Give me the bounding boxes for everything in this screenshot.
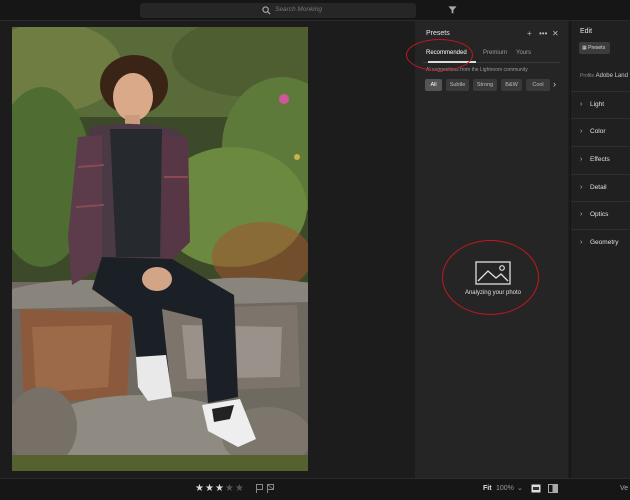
chevron-right-icon: › [580,184,583,191]
annotation-oval-analyzing [442,240,539,315]
presets-button[interactable]: ▦ Presets [579,42,610,54]
chip-cool[interactable]: Cool [526,79,550,91]
versions-label[interactable]: Ve [620,485,628,492]
star-rating[interactable]: ★★★★★ [195,483,245,494]
section-label: Geometry [590,239,619,246]
chip-subtle[interactable]: Subtle [446,79,469,91]
profile-label: Profile [580,73,595,79]
tab-premium[interactable]: Premium [483,50,507,56]
main-photo[interactable] [12,27,308,471]
chip-all[interactable]: All [425,79,442,91]
compare-view-icon[interactable] [548,484,558,493]
search-icon [262,6,271,15]
search-input[interactable]: Search Monking [140,3,416,18]
chip-bw[interactable]: B&W [501,79,522,91]
section-detail[interactable]: › Detail [571,174,630,201]
star-icon[interactable]: ★ [195,483,205,494]
presets-panel-title: Presets [426,30,450,37]
flag-reject-icon[interactable] [267,484,275,493]
tab-yours[interactable]: Yours [516,50,531,56]
chevron-right-icon: › [580,239,583,246]
star-icon[interactable]: ★ [205,483,215,494]
zoom-value[interactable]: 100% [496,485,514,492]
chevron-right-icon: › [580,211,583,218]
star-icon[interactable]: ★ [225,483,235,494]
section-optics[interactable]: › Optics [571,201,630,228]
section-label: Detail [590,184,607,191]
section-label: Light [590,101,605,108]
top-bar: Search Monking [0,0,630,21]
section-color[interactable]: › Color [571,118,630,145]
filter-icon[interactable] [448,5,457,15]
edit-panel: Edit ▦ Presets Profile Adobe Land › Ligh… [570,21,630,478]
chevron-right-icon[interactable]: › [553,79,556,89]
bottom-bar: ★★★★★ Fit 100% ⌄ Ve [0,478,630,500]
chip-strong[interactable]: Strong [473,79,497,91]
edit-panel-title: Edit [580,28,593,35]
search-placeholder: Search Monking [275,6,322,13]
chevron-right-icon: › [580,156,583,163]
section-effects[interactable]: › Effects [571,146,630,173]
chevron-down-icon[interactable]: ⌄ [517,484,523,492]
chevron-right-icon: › [580,128,583,135]
profile-row[interactable]: Profile Adobe Land [580,73,628,79]
section-label: Color [590,128,606,135]
fit-label[interactable]: Fit [483,485,492,492]
section-light[interactable]: › Light [571,91,630,118]
profile-value: Adobe Land [595,73,628,79]
annotation-oval-recommended [406,39,473,71]
presets-button-label: Presets [588,45,606,51]
star-icon[interactable]: ★ [235,483,245,494]
more-options-icon[interactable]: ••• [539,30,547,38]
section-geometry[interactable]: › Geometry [571,229,630,256]
add-preset-icon[interactable]: + [527,30,532,38]
star-icon[interactable]: ★ [215,483,225,494]
section-label: Effects [590,156,610,163]
flag-pick-icon[interactable] [256,484,264,493]
view-single-icon[interactable] [531,484,541,493]
close-icon[interactable]: ✕ [552,30,559,38]
chevron-right-icon: › [580,101,583,108]
photo-canvas [0,21,415,479]
section-label: Optics [590,211,609,218]
